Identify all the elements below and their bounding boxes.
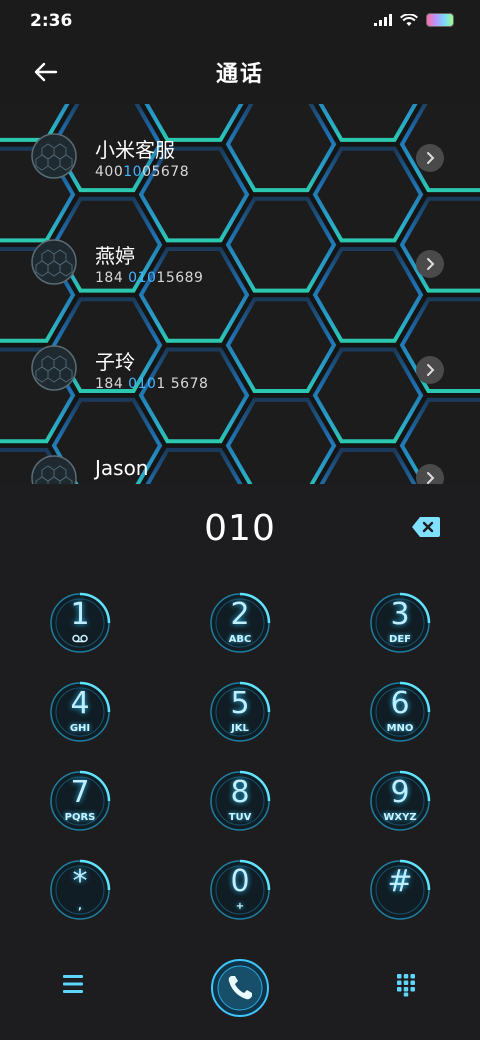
chevron-right-icon xyxy=(427,152,435,164)
key-hash[interactable]: # xyxy=(368,858,432,922)
chevron-right-icon xyxy=(427,472,435,484)
dialpad-icon[interactable] xyxy=(396,973,416,997)
contact-detail-button[interactable] xyxy=(416,356,444,384)
contact-detail-button[interactable] xyxy=(416,464,444,484)
battery-icon xyxy=(426,13,454,27)
key-letters: TUV xyxy=(228,812,252,823)
key-4[interactable]: 4 GHI xyxy=(48,680,112,744)
key-letters: MNO xyxy=(386,723,414,734)
contact-name: 子玲 xyxy=(95,350,135,374)
key-8[interactable]: 8 TUV xyxy=(208,769,272,833)
chevron-right-icon xyxy=(427,364,435,376)
contact-detail-button[interactable] xyxy=(416,144,444,172)
key-digit: # xyxy=(387,864,413,899)
key-digit: 8 xyxy=(230,775,250,810)
list-item[interactable]: 燕婷 184 01015689 xyxy=(0,210,480,316)
backspace-icon[interactable] xyxy=(411,515,441,539)
key-digit: 5 xyxy=(230,686,250,721)
key-digit: 3 xyxy=(390,597,410,632)
status-bar: 2:36 xyxy=(0,0,480,40)
signal-icon xyxy=(374,14,392,26)
list-item[interactable]: 子玲 184 0101 5678 xyxy=(0,316,480,422)
contact-name: Jason xyxy=(95,456,149,480)
avatar-icon xyxy=(31,239,77,285)
page-title: 通话 xyxy=(215,62,264,87)
key-digit: 2 xyxy=(230,597,250,632)
dialer-panel xyxy=(0,484,480,1040)
avatar-icon xyxy=(31,345,77,391)
key-digit: * xyxy=(72,864,88,899)
app-header: 通话 xyxy=(0,40,480,104)
key-letters: WXYZ xyxy=(383,812,417,823)
key-9[interactable]: 9 WXYZ xyxy=(368,769,432,833)
chevron-right-icon xyxy=(427,258,435,270)
key-digit: 6 xyxy=(390,686,410,721)
menu-icon[interactable] xyxy=(62,974,84,994)
contact-number: 184 01015689 xyxy=(95,270,204,286)
key-letters: ABC xyxy=(228,634,252,645)
key-letters: DEF xyxy=(389,634,411,645)
contact-list[interactable]: 小米客服 4001005678 燕婷 184 01015689 子玲 184 0… xyxy=(0,104,480,484)
key-digit: 4 xyxy=(70,686,90,721)
key-letters: PQRS xyxy=(64,812,96,823)
key-digit: 9 xyxy=(390,775,410,810)
key-7[interactable]: 7 PQRS xyxy=(48,769,112,833)
key-5[interactable]: 5 JKL xyxy=(208,680,272,744)
key-digit: 1 xyxy=(70,597,90,632)
status-icons xyxy=(374,13,454,27)
contact-detail-button[interactable] xyxy=(416,250,444,278)
list-item[interactable]: Jason xyxy=(0,422,480,484)
contact-number: 4001005678 xyxy=(95,164,190,180)
voicemail-icon xyxy=(72,634,88,643)
key-letters: + xyxy=(235,901,245,912)
contact-name: 小米客服 xyxy=(95,138,175,162)
wifi-icon xyxy=(400,13,418,26)
key-2[interactable]: 2 ABC xyxy=(208,591,272,655)
key-letters: GHI xyxy=(69,723,91,734)
contact-name: 燕婷 xyxy=(95,244,135,268)
list-item[interactable]: 小米客服 4001005678 xyxy=(0,104,480,210)
key-0[interactable]: 0 + xyxy=(208,858,272,922)
key-6[interactable]: 6 MNO xyxy=(368,680,432,744)
dial-input[interactable]: 010 xyxy=(0,508,480,549)
key-digit: 0 xyxy=(230,864,250,899)
key-digit: 7 xyxy=(70,775,90,810)
contact-number: 184 0101 5678 xyxy=(95,376,209,392)
key-star[interactable]: * , xyxy=(48,858,112,922)
key-3[interactable]: 3 DEF xyxy=(368,591,432,655)
key-letters: JKL xyxy=(231,723,249,734)
avatar-icon xyxy=(31,133,77,179)
key-letters: , xyxy=(78,901,82,912)
avatar-icon xyxy=(31,455,77,484)
key-1[interactable]: 1 xyxy=(48,591,112,655)
status-time: 2:36 xyxy=(30,11,73,31)
call-button[interactable] xyxy=(210,958,270,1018)
